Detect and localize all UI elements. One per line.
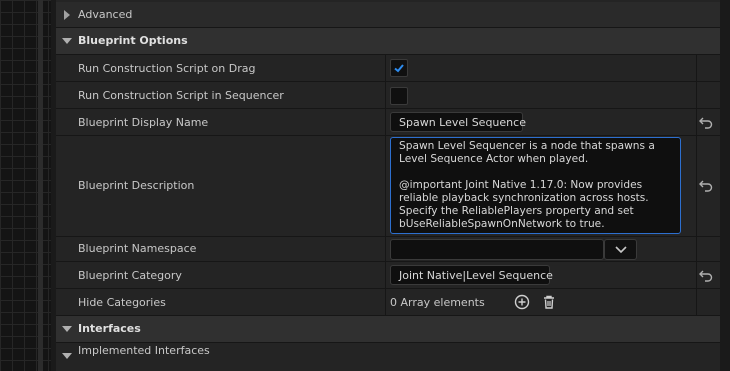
category-advanced[interactable]: Advanced (56, 2, 720, 28)
namespace-input[interactable] (390, 239, 604, 260)
column-divider[interactable] (385, 136, 386, 236)
add-circle-icon[interactable] (514, 294, 530, 310)
reset-arrow-icon[interactable] (699, 180, 713, 192)
column-divider (696, 136, 697, 236)
subcategory-label: Implemented Interfaces (78, 344, 210, 357)
subcategory-implemented-interfaces[interactable]: Implemented Interfaces (56, 343, 720, 371)
run-in-sequencer-checkbox[interactable] (390, 87, 408, 105)
column-divider[interactable] (385, 109, 386, 135)
chevron-right-icon (64, 10, 70, 20)
trash-icon[interactable] (541, 294, 557, 310)
column-divider (696, 82, 697, 108)
category-input[interactable]: Joint Native|Level Sequence (390, 265, 553, 285)
details-panel: Advanced Blueprint Options Run Construct… (56, 0, 720, 371)
column-divider[interactable] (385, 237, 386, 261)
column-divider (696, 289, 697, 315)
category-label: Advanced (78, 8, 133, 21)
column-divider[interactable] (385, 262, 386, 288)
property-label: Blueprint Description (78, 179, 195, 192)
reset-arrow-icon[interactable] (699, 117, 713, 129)
namespace-dropdown-button[interactable] (604, 239, 637, 260)
column-divider[interactable] (385, 55, 386, 81)
property-label: Hide Categories (78, 296, 166, 309)
property-blueprint-namespace: Blueprint Namespace (56, 237, 720, 262)
column-divider (696, 237, 697, 261)
chevron-down-icon (62, 353, 72, 359)
property-hide-categories: Hide Categories 0 Array elements (56, 289, 720, 316)
property-label: Blueprint Namespace (78, 242, 197, 255)
property-label: Run Construction Script on Drag (78, 62, 256, 75)
chevron-down-icon (62, 38, 72, 44)
category-label: Interfaces (78, 322, 141, 335)
chevron-down-icon (62, 326, 72, 332)
property-blueprint-category: Blueprint Category Joint Native|Level Se… (56, 262, 720, 289)
graph-grid-background (0, 0, 51, 371)
run-on-drag-checkbox[interactable] (390, 59, 408, 77)
property-blueprint-description: Blueprint Description Spawn Level Sequen… (56, 136, 720, 237)
property-blueprint-display-name: Blueprint Display Name Spawn Level Seque… (56, 109, 720, 136)
property-label: Blueprint Display Name (78, 116, 209, 129)
column-divider[interactable] (385, 82, 386, 108)
description-textarea[interactable]: Spawn Level Sequencer is a node that spa… (390, 137, 681, 234)
checkmark-icon (394, 64, 404, 73)
property-label: Blueprint Category (78, 269, 182, 282)
category-interfaces[interactable]: Interfaces (56, 316, 720, 343)
array-count: 0 Array elements (390, 296, 485, 309)
property-run-construction-in-sequencer: Run Construction Script in Sequencer (56, 82, 720, 109)
column-divider (696, 109, 697, 135)
property-run-construction-on-drag: Run Construction Script on Drag (56, 55, 720, 82)
category-blueprint-options[interactable]: Blueprint Options (56, 28, 720, 55)
chevron-down-icon (615, 246, 627, 254)
display-name-input[interactable]: Spawn Level Sequence (390, 112, 526, 132)
column-divider[interactable] (385, 289, 386, 315)
reset-arrow-icon[interactable] (699, 270, 713, 282)
graph-splitter[interactable] (38, 0, 43, 371)
vertical-scrollbar[interactable] (720, 0, 730, 371)
column-divider (696, 55, 697, 81)
property-label: Run Construction Script in Sequencer (78, 89, 284, 102)
column-divider (696, 262, 697, 288)
category-label: Blueprint Options (78, 34, 188, 47)
